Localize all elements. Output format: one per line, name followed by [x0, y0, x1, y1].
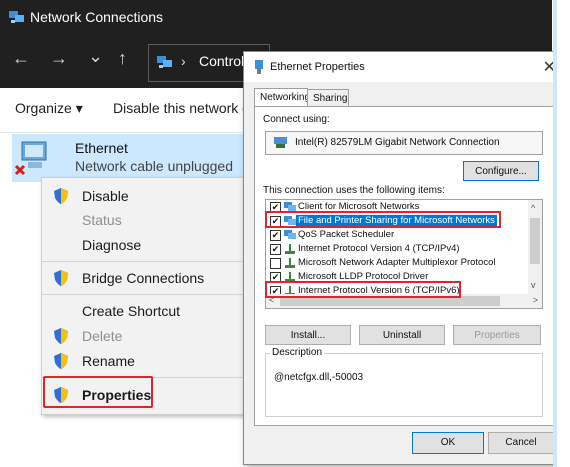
forward-arrow-icon[interactable]: →	[50, 48, 68, 69]
menu-item-rename[interactable]: Rename	[42, 349, 252, 373]
description-text: @netcfgx.dll,-50003	[274, 372, 364, 383]
scroll-up-icon[interactable]: ^	[531, 203, 535, 213]
description-label: Description	[270, 347, 325, 358]
dialog-title: Ethernet Properties	[270, 61, 365, 73]
up-arrow-icon[interactable]: ↑	[118, 48, 127, 69]
protocol-icon	[285, 258, 295, 268]
menu-item-status: Status	[82, 212, 122, 228]
menu-item-delete: Delete	[42, 324, 252, 348]
adapter-field: Intel(R) 82579LM Gigabit Network Connect…	[265, 131, 543, 155]
install-button[interactable]: Install...	[265, 325, 351, 345]
scroll-down-icon[interactable]: v	[531, 280, 536, 290]
item-checkbox[interactable]: ✔	[270, 230, 281, 241]
window-title: Network Connections	[30, 9, 164, 25]
tab-networking[interactable]: Networking	[254, 88, 310, 107]
back-arrow-icon[interactable]: ←	[12, 48, 30, 69]
ethernet-adapter-icon	[14, 141, 47, 176]
ipv6-highlight-box	[265, 281, 461, 298]
uac-shield-icon	[54, 353, 68, 369]
network-adapter-icon	[274, 137, 287, 148]
ok-button[interactable]: OK	[412, 432, 484, 454]
network-connections-icon	[9, 11, 24, 23]
tab-sharing[interactable]: Sharing	[307, 89, 349, 107]
description-group: Description @netcfgx.dll,-50003	[265, 347, 543, 417]
list-item-qos-packet-scheduler[interactable]: ✔ QoS Packet Scheduler	[266, 228, 528, 242]
breadcrumb-control[interactable]: Control	[199, 53, 244, 69]
menu-item-diagnose[interactable]: Diagnose	[42, 233, 252, 257]
networking-panel: Connect using: Intel(R) 82579LM Gigabit …	[254, 106, 554, 426]
organize-menu-button[interactable]: Organize ▾	[15, 100, 83, 117]
file-printer-sharing-highlight-box	[265, 211, 501, 228]
item-checkbox[interactable]: ✔	[270, 244, 281, 255]
list-item-ipv4[interactable]: ✔ Internet Protocol Version 4 (TCP/IPv4)	[266, 242, 528, 256]
uac-shield-icon	[54, 270, 68, 286]
uac-shield-icon	[54, 328, 68, 344]
connect-using-label: Connect using:	[263, 114, 330, 125]
recent-dropdown-icon[interactable]: ⌄	[88, 46, 103, 67]
uac-shield-icon	[54, 188, 68, 204]
ethernet-properties-dialog: Ethernet Properties ✕ Networking Sharing…	[243, 51, 565, 465]
adapter-name: Intel(R) 82579LM Gigabit Network Connect…	[295, 137, 500, 148]
ethernet-port-icon	[255, 60, 263, 74]
dialog-titlebar: Ethernet Properties ✕	[244, 52, 564, 82]
menu-separator	[42, 294, 252, 295]
window-edge	[553, 0, 570, 467]
item-properties-button: Properties	[453, 325, 541, 345]
breadcrumb-chevron-icon: ›	[181, 53, 186, 69]
ethernet-connection-item[interactable]: Ethernet Network cable unplugged	[12, 134, 272, 182]
configure-button[interactable]: Configure...	[463, 161, 539, 181]
item-checkbox[interactable]	[270, 258, 281, 269]
network-connections-icon	[157, 56, 172, 68]
items-label: This connection uses the following items…	[263, 185, 445, 196]
menu-item-bridge-connections[interactable]: Bridge Connections	[42, 266, 252, 290]
list-item-multiplexor-protocol[interactable]: Microsoft Network Adapter Multiplexor Pr…	[266, 256, 528, 270]
window-titlebar: Network Connections	[0, 0, 552, 36]
protocol-icon	[285, 244, 295, 254]
properties-highlight-box	[43, 376, 153, 408]
disable-network-button[interactable]: Disable this network d	[113, 100, 250, 116]
menu-item-disable[interactable]: Disable	[42, 184, 252, 208]
menu-separator	[42, 261, 252, 262]
menu-item-create-shortcut[interactable]: Create Shortcut	[42, 299, 252, 323]
vertical-scrollbar[interactable]: ^ v	[528, 200, 542, 294]
scrollbar-thumb[interactable]	[530, 218, 540, 264]
connection-name: Ethernet	[75, 140, 128, 156]
scroll-right-icon[interactable]: >	[533, 295, 538, 305]
connection-status: Network cable unplugged	[75, 158, 233, 174]
cancel-button[interactable]: Cancel	[488, 432, 554, 454]
uninstall-button[interactable]: Uninstall	[359, 325, 445, 345]
network-client-icon	[284, 230, 296, 239]
